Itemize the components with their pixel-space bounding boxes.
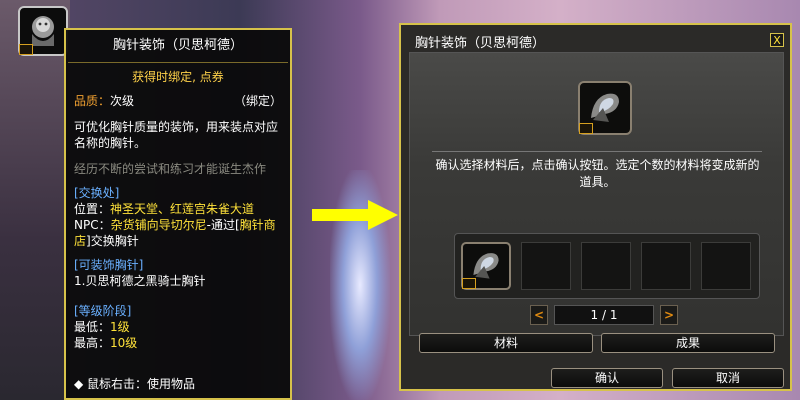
result-button[interactable]: 成果 xyxy=(601,333,775,353)
min-value: 1级 xyxy=(110,320,130,334)
flavor-text: 经历不断的尝试和练习才能诞生杰作 xyxy=(74,162,267,176)
cancel-button[interactable]: 取消 xyxy=(672,368,784,388)
exchange-header: [交换处] xyxy=(74,186,120,200)
npc-via: -通过[ xyxy=(206,218,240,232)
dialog-title: 胸针装饰（贝思柯德） xyxy=(415,36,546,51)
pager: < 1 / 1 > xyxy=(530,305,680,327)
max-value: 10级 xyxy=(110,336,138,350)
bound-badge-icon xyxy=(19,44,33,55)
yellow-right-arrow-icon xyxy=(312,200,398,230)
background-left xyxy=(0,0,70,400)
tooltip-divider xyxy=(68,62,288,63)
bound-badge-icon xyxy=(579,123,593,134)
max-level-row: 最高：10级 xyxy=(74,335,282,351)
item-slot xyxy=(578,81,632,135)
material-slot[interactable] xyxy=(701,242,751,290)
tooltip-footer: ◆ 鼠标右击：使用物品 xyxy=(74,377,196,391)
min-label: 最低： xyxy=(74,320,111,334)
material-slot[interactable] xyxy=(521,242,571,290)
material-button[interactable]: 材料 xyxy=(419,333,593,353)
grade-label: 品质： xyxy=(74,94,111,108)
next-page-button[interactable]: > xyxy=(660,305,678,325)
npc-row: NPC：杂货铺向导切尔尼-通过[胸针商店]交换胸针 xyxy=(74,217,282,249)
confirm-button[interactable]: 确认 xyxy=(551,368,663,388)
material-slot[interactable] xyxy=(461,242,511,290)
divider xyxy=(432,151,762,152)
grade-value: 次级 xyxy=(110,94,135,108)
material-slot[interactable] xyxy=(581,242,631,290)
level-section: [等级阶段] 最低：1级 最高：10级 xyxy=(74,303,282,351)
close-button[interactable]: X xyxy=(770,33,784,47)
bound-badge-icon xyxy=(462,278,476,289)
item-tooltip: 胸针装饰（贝思柯德） 获得时绑定, 点券 品质：次级 （绑定） 可优化胸针质量的… xyxy=(64,28,292,400)
bound-status: （绑定） xyxy=(233,94,282,108)
bind-note: 获得时绑定, 点券 xyxy=(132,70,224,84)
level-header: [等级阶段] xyxy=(74,304,132,318)
material-slot[interactable] xyxy=(641,242,691,290)
brooch-decoration-icon xyxy=(591,93,619,122)
grade: 品质：次级 xyxy=(74,93,134,109)
max-label: 最高： xyxy=(74,336,111,350)
location-value: 神圣天堂、红莲宫朱雀大道 xyxy=(110,202,255,216)
prev-page-button[interactable]: < xyxy=(530,305,548,325)
decoration-dialog: 胸针装饰（贝思柯德） X 确认选择材料后，点击确认按钮。选定个数的材料将变成新的… xyxy=(399,23,792,391)
equip-section: [可装饰胸针] 1.贝思柯德之黑骑士胸针 xyxy=(74,257,282,289)
exchange-section: [交换处] 位置：神圣天堂、红莲宫朱雀大道 NPC：杂货铺向导切尔尼-通过[胸针… xyxy=(74,185,282,249)
item-description: 可优化胸针质量的装饰，用来装点对应名称的胸针。 xyxy=(74,120,279,150)
tooltip-title: 胸针装饰（贝思柯德） xyxy=(112,38,243,53)
location-row: 位置：神圣天堂、红莲宫朱雀大道 xyxy=(74,201,282,217)
grade-row: 品质：次级 （绑定） xyxy=(74,93,282,109)
material-slot-panel xyxy=(454,233,760,299)
location-label: 位置： xyxy=(74,202,111,216)
min-level-row: 最低：1级 xyxy=(74,319,282,335)
npc-label: NPC： xyxy=(74,218,111,232)
equip-header: [可装饰胸针] xyxy=(74,258,144,272)
equip-item: 1.贝思柯德之黑骑士胸针 xyxy=(74,274,206,288)
dialog-content: 确认选择材料后，点击确认按钮。选定个数的材料将变成新的道具。 < 1 / 1 > xyxy=(409,52,784,336)
npc-suffix: ]交换胸针 xyxy=(86,234,139,248)
npc-value: 杂货铺向导切尔尼 xyxy=(110,218,207,232)
page-indicator: 1 / 1 xyxy=(554,305,654,325)
item-icon-frame xyxy=(18,6,68,56)
instruction-text: 确认选择材料后，点击确认按钮。选定个数的材料将变成新的道具。 xyxy=(435,158,760,189)
